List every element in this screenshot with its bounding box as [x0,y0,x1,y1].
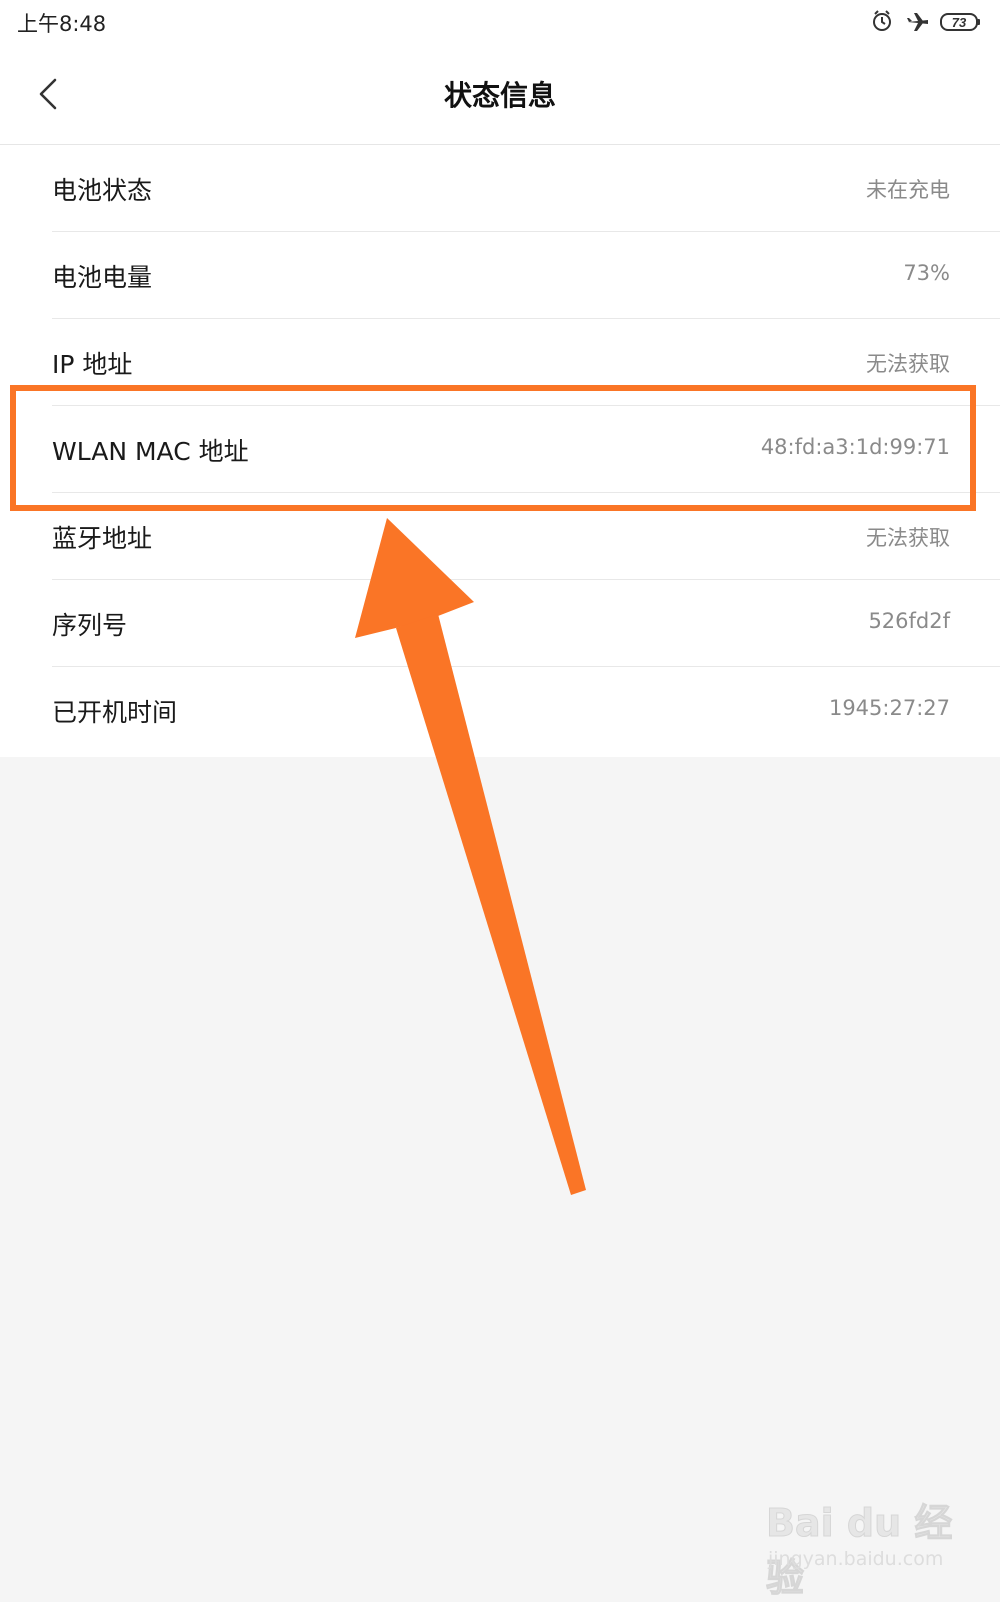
row-battery-level: 电池电量 73% [52,232,1000,319]
status-bar: 上午8:48 73 [0,0,1000,44]
airplane-icon [907,13,928,31]
status-time: 上午8:48 [17,12,107,36]
row-label: 电池电量 [52,263,153,292]
row-label: 蓝牙地址 [52,524,153,553]
watermark-url: jingyan.baidu.com [768,1548,944,1570]
row-value: 未在充电 [866,178,950,202]
row-value: 48:fd:a3:1d:99:71 [760,435,950,459]
row-ip-address: IP 地址 无法获取 [52,319,1000,406]
alarm-icon [873,10,891,31]
page-title: 状态信息 [443,79,556,112]
watermark-logo: Bai du 经验 [766,1501,953,1601]
row-value: 1945:27:27 [828,696,950,720]
app-header: 状态信息 [0,44,1000,145]
row-label: IP 地址 [52,350,133,379]
row-battery-status: 电池状态 未在充电 [52,145,1000,232]
battery-icon: 73 [940,13,980,31]
watermark: Bai du 经验 jingyan.baidu.com [766,1492,966,1601]
row-uptime: 已开机时间 1945:27:27 [52,667,1000,754]
status-icons: 73 [872,9,982,35]
row-bluetooth-address: 蓝牙地址 无法获取 [52,493,1000,580]
row-value: 73% [903,261,950,285]
status-info-list: 电池状态 未在充电 电池电量 73% IP 地址 无法获取 WLAN MAC 地… [0,145,1000,754]
row-value: 无法获取 [866,526,950,550]
row-serial-number: 序列号 526fd2f [52,580,1000,667]
row-label: 序列号 [52,611,128,640]
row-value: 526fd2f [868,609,950,633]
battery-level: 73 [952,15,967,30]
row-value: 无法获取 [866,352,950,376]
row-wlan-mac-address: WLAN MAC 地址 48:fd:a3:1d:99:71 [52,406,1000,493]
row-label: WLAN MAC 地址 [52,437,249,466]
row-label: 电池状态 [52,176,153,205]
row-label: 已开机时间 [52,698,178,727]
